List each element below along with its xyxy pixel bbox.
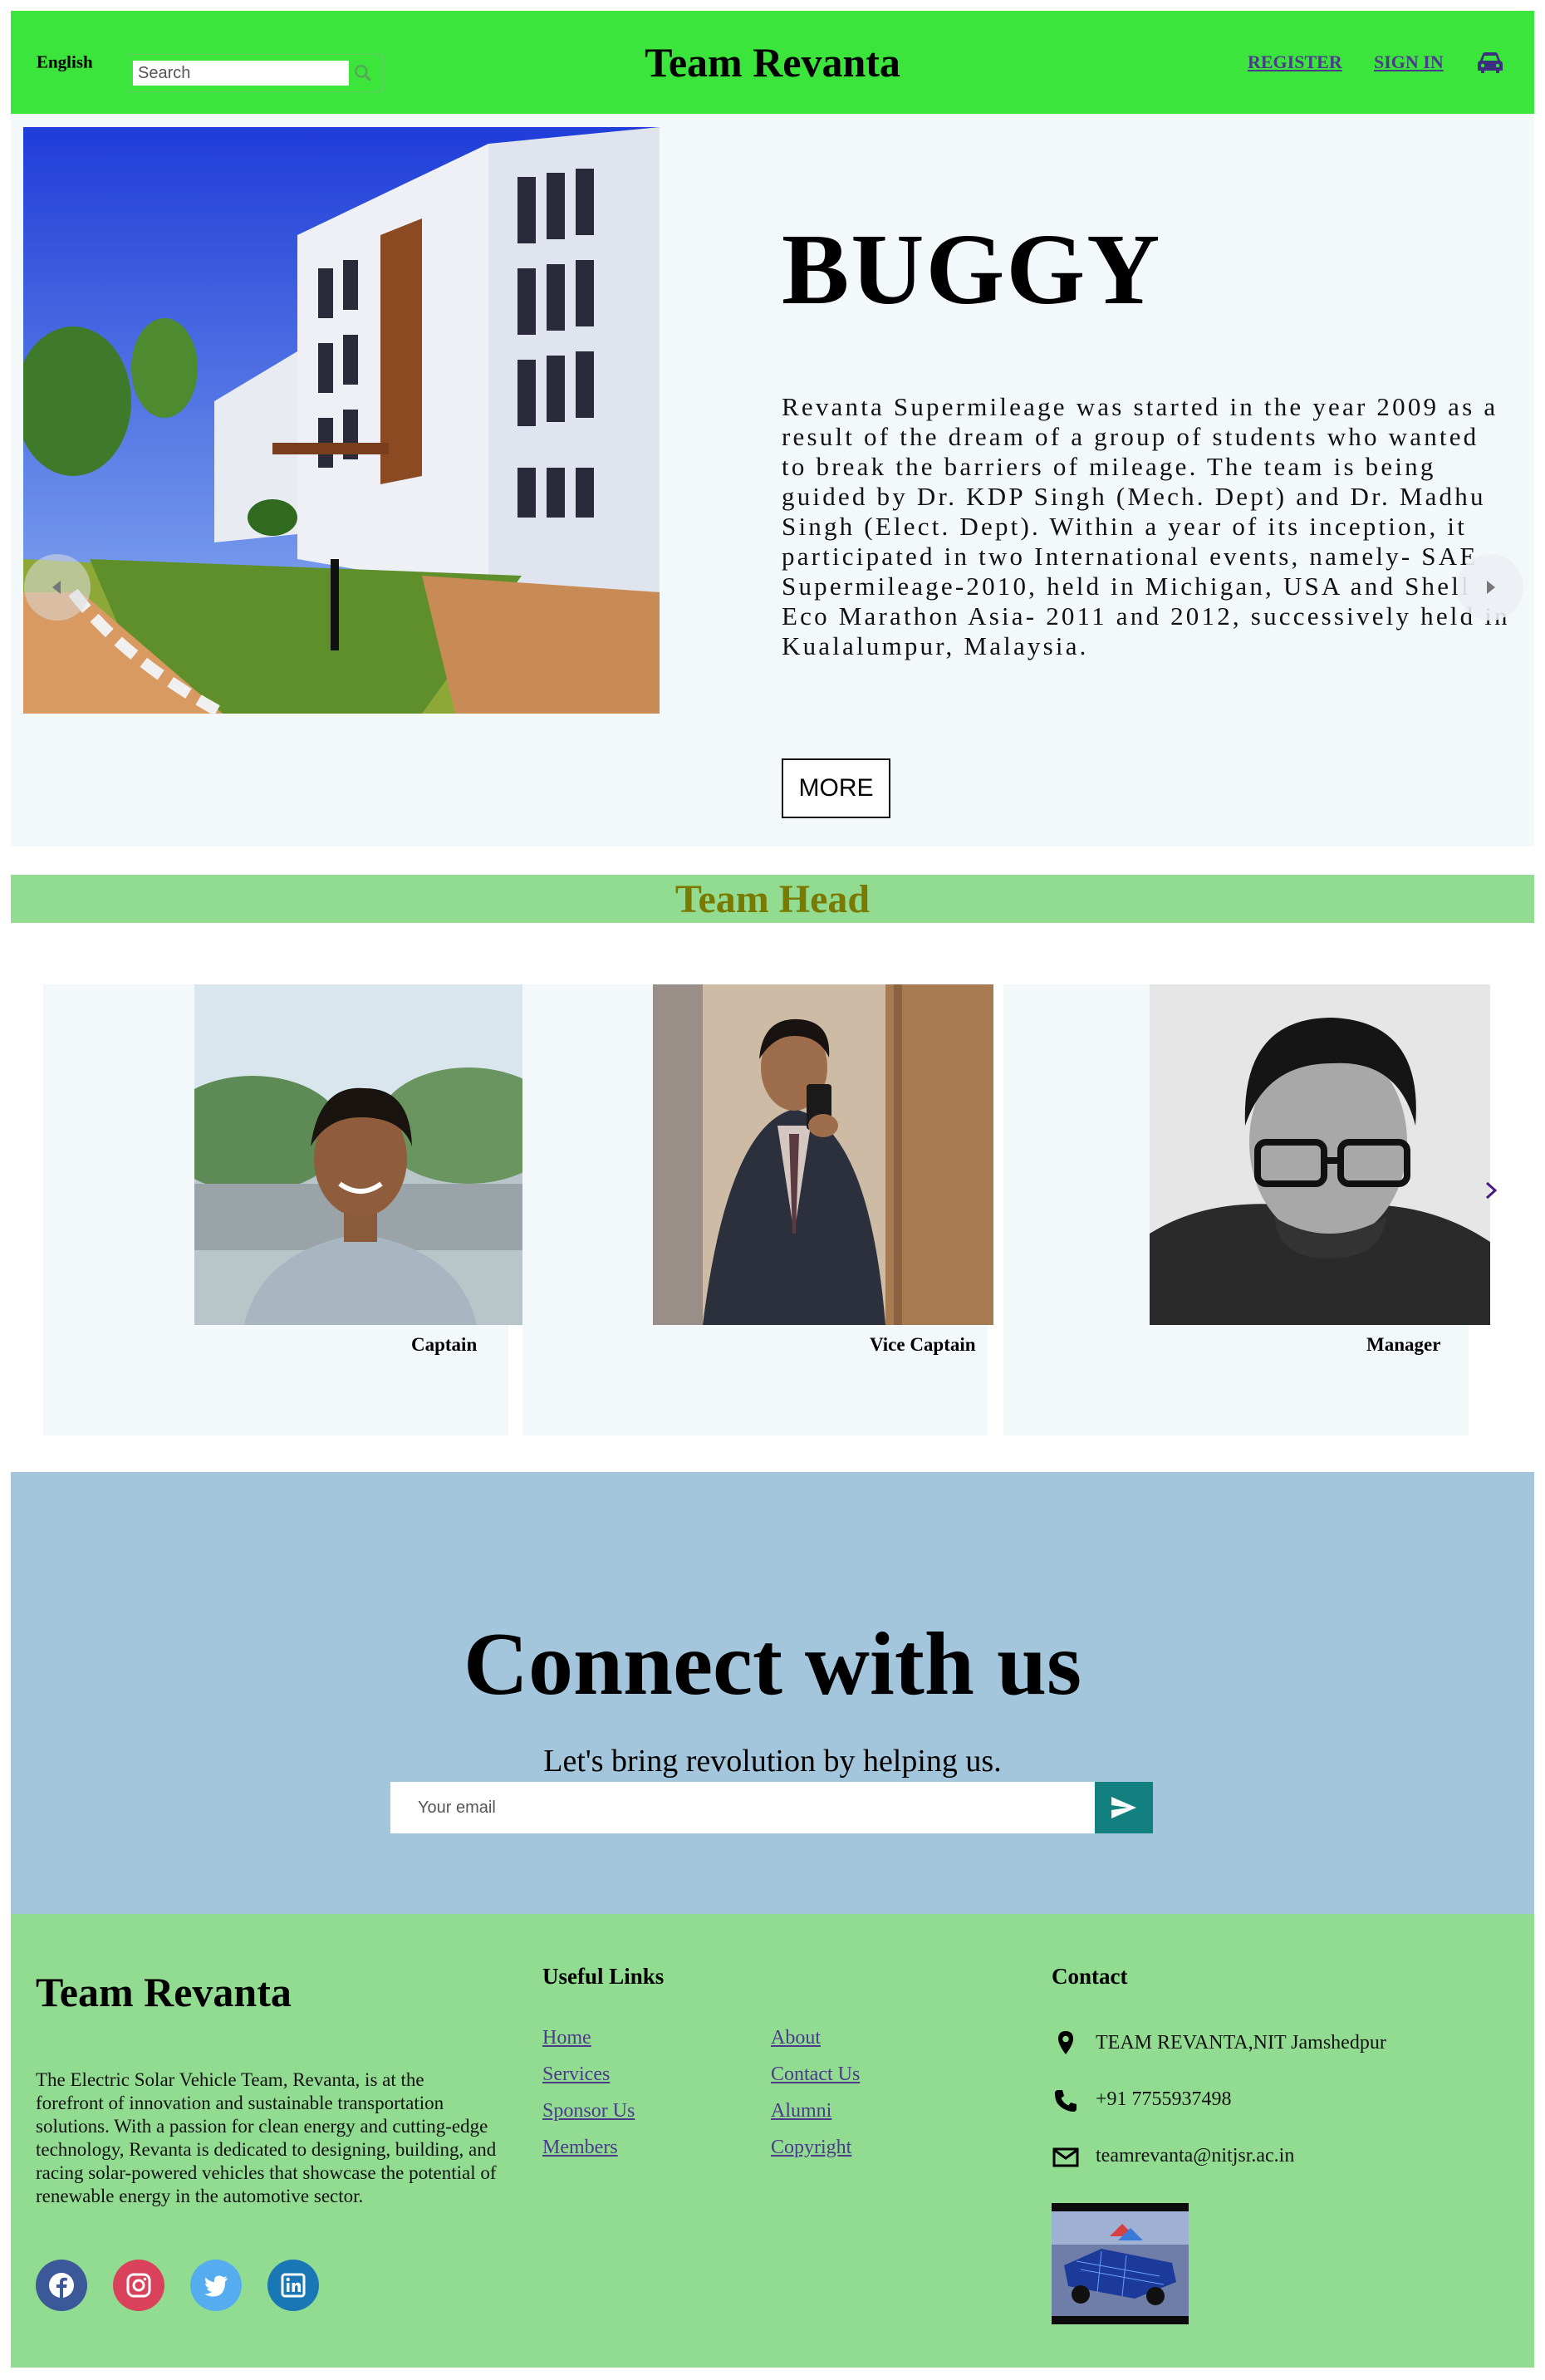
contact-email[interactable]: teamrevanta@nitjsr.ac.in <box>1096 2145 1294 2167</box>
contact-heading: Contact <box>1052 1964 1128 1989</box>
member-role: Manager <box>1366 1334 1441 1355</box>
member-role: Captain <box>411 1334 478 1355</box>
hero-description: Revanta Supermileage was started in the … <box>782 392 1510 660</box>
email-input[interactable] <box>390 1782 1095 1833</box>
carousel-next-button[interactable] <box>1457 554 1523 621</box>
footer-description: The Electric Solar Vehicle Team, Revanta… <box>36 2069 497 2206</box>
footer: Team Revanta The Electric Solar Vehicle … <box>11 1914 1534 2368</box>
more-button[interactable]: MORE <box>782 758 890 818</box>
search-input[interactable] <box>133 61 349 86</box>
send-button[interactable] <box>1095 1782 1153 1833</box>
useful-links-heading: Useful Links <box>542 1964 665 1989</box>
team-head-title: Team Head <box>674 876 871 921</box>
search-icon[interactable] <box>352 62 374 84</box>
member-role: Vice Captain <box>870 1334 976 1355</box>
footer-link-services[interactable]: Services <box>542 2063 610 2086</box>
manager-photo <box>1150 984 1490 1325</box>
footer-link-copyright[interactable]: Copyright <box>771 2137 851 2159</box>
footer-link-alumni[interactable]: Alumni <box>771 2100 831 2122</box>
captain-photo <box>194 984 535 1325</box>
instagram-link[interactable] <box>113 2260 164 2311</box>
instagram-icon <box>126 2273 151 2298</box>
campus-image <box>23 127 660 714</box>
chevron-right-icon <box>1487 581 1495 594</box>
facebook-icon <box>49 2273 74 2298</box>
contact-phone[interactable]: +91 7755937498 <box>1096 2088 1232 2111</box>
chevron-left-icon <box>52 581 61 594</box>
search-bar <box>127 54 383 92</box>
connect-section: Connect with us Let's bring revolution b… <box>11 1472 1534 1914</box>
footer-link-contact-us[interactable]: Contact Us <box>771 2063 860 2086</box>
top-navbar: English Team Revanta REGISTER SIGN IN <box>11 11 1534 114</box>
footer-link-members[interactable]: Members <box>542 2137 618 2159</box>
signin-link[interactable]: SIGN IN <box>1374 52 1444 73</box>
connect-title: Connect with us <box>463 1615 1082 1714</box>
language-selector[interactable]: English <box>37 52 93 73</box>
footer-link-sponsor-us[interactable]: Sponsor Us <box>542 2100 635 2122</box>
team-card-vice-captain: Vice Captain <box>522 984 993 1435</box>
connect-subtitle: Let's bring revolution by helping us. <box>543 1744 1002 1779</box>
hero-title: BUGGY <box>782 213 1162 326</box>
footer-link-home[interactable]: Home <box>542 2027 591 2049</box>
send-icon <box>1111 1797 1136 1818</box>
solar-vehicle-image <box>1052 2203 1189 2324</box>
facebook-link[interactable] <box>36 2260 87 2311</box>
linkedin-icon <box>281 2273 306 2298</box>
team-card-captain: Captain <box>43 984 535 1435</box>
phone-icon <box>1055 2090 1077 2112</box>
carousel-prev-button[interactable] <box>24 554 91 621</box>
contact-address: TEAM REVANTA,NIT Jamshedpur <box>1096 2032 1386 2054</box>
vice-captain-photo <box>653 984 993 1325</box>
footer-link-about[interactable]: About <box>771 2027 821 2049</box>
twitter-icon <box>204 2275 228 2297</box>
team-card-manager: Manager <box>1003 984 1490 1435</box>
twitter-link[interactable] <box>190 2260 242 2311</box>
mail-icon <box>1052 2147 1079 2167</box>
car-icon[interactable] <box>1476 51 1504 74</box>
chevron-right-icon[interactable] <box>1479 1178 1503 1203</box>
location-pin-icon <box>1058 2031 1073 2054</box>
team-head-banner: Team Head <box>11 875 1534 923</box>
hero-carousel: BUGGY Revanta Supermileage was started i… <box>11 114 1534 846</box>
footer-brand: Team Revanta <box>36 1969 292 2015</box>
register-link[interactable]: REGISTER <box>1248 52 1342 73</box>
linkedin-link[interactable] <box>267 2260 319 2311</box>
